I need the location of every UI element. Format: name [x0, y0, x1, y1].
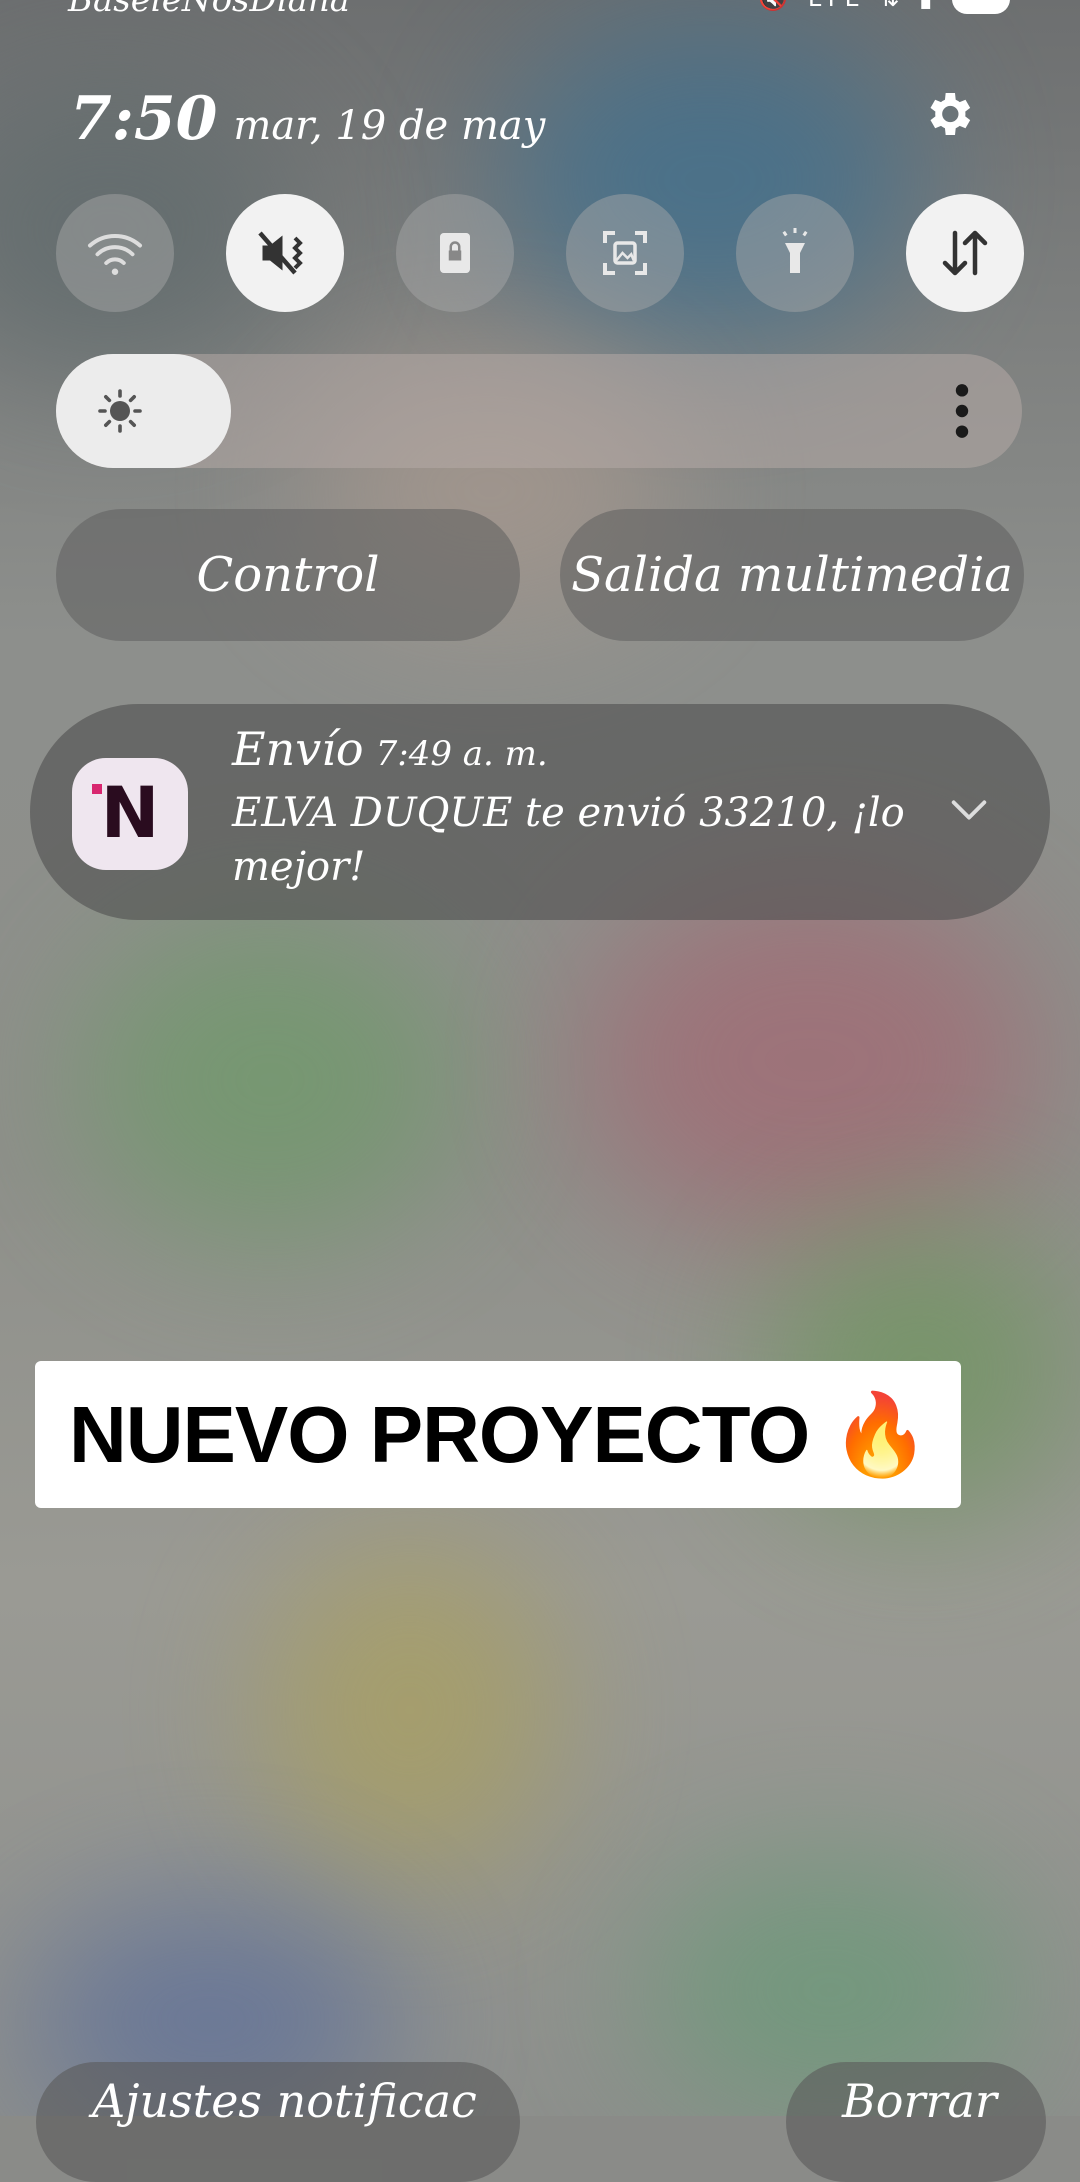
- app-icon: N: [72, 758, 188, 870]
- wifi-icon: [88, 234, 142, 275]
- app-icon-letter: N: [100, 772, 160, 854]
- chevron-down-icon[interactable]: [946, 790, 992, 830]
- quick-settings-row: [56, 194, 1024, 312]
- lock-icon: [440, 233, 470, 273]
- carrier-name: BaseleNosDiana: [68, 0, 351, 20]
- control-button[interactable]: Control: [56, 509, 520, 641]
- status-icons: 🔇 LTE ⇅ ▮: [758, 0, 1010, 14]
- flashlight-icon: [782, 228, 808, 273]
- notification-body: ELVA DUQUE te envió 33210, ¡lo mejor!: [232, 790, 905, 890]
- signal-icon: ▮: [919, 0, 938, 12]
- media-output-button[interactable]: Salida multimedia: [560, 509, 1024, 641]
- caption-text: NUEVO PROYECTO 🔥: [69, 1389, 930, 1479]
- notification-header: Envío 7:49 a. m.: [232, 722, 548, 776]
- status-bar: BaseleNosDiana 🔇 LTE ⇅ ▮: [0, 0, 1080, 22]
- mute-icon: 🔇: [758, 0, 794, 12]
- qs-tile-screenshot[interactable]: [566, 194, 684, 312]
- qs-tile-wifi[interactable]: [56, 194, 174, 312]
- date-label: mar, 19 de may: [233, 103, 546, 149]
- mute-vibrate-icon: [258, 231, 303, 275]
- qs-tile-mobile-data[interactable]: [906, 194, 1024, 312]
- qs-tile-sound[interactable]: [226, 194, 344, 312]
- caption-overlay: NUEVO PROYECTO 🔥: [35, 1361, 961, 1508]
- screenshot-icon: [603, 231, 647, 275]
- lte-icon: LTE: [808, 0, 866, 12]
- gear-icon[interactable]: [920, 86, 976, 142]
- notification-app-name: Envío: [232, 722, 364, 776]
- notification-settings-label: Ajustes notificac: [92, 2074, 477, 2128]
- data-arrows-icon: ⇅: [879, 0, 905, 12]
- wallpaper-background: [0, 0, 1080, 2116]
- panel-header: 7:50 mar, 19 de may: [70, 84, 545, 154]
- qs-tile-screen-lock[interactable]: [396, 194, 514, 312]
- notification-settings-button[interactable]: Ajustes notificac: [36, 2062, 520, 2182]
- battery-icon: [952, 0, 1010, 14]
- sun-icon: [98, 389, 142, 433]
- clock: 7:50: [70, 84, 218, 154]
- clear-label: Borrar: [842, 2074, 997, 2128]
- notification-time: 7:49 a. m.: [375, 734, 548, 774]
- clear-button[interactable]: Borrar: [786, 2062, 1046, 2182]
- brightness-slider[interactable]: [56, 354, 1022, 468]
- qs-tile-flashlight[interactable]: [736, 194, 854, 312]
- more-vertical-icon[interactable]: [944, 380, 980, 442]
- data-arrows-icon: [942, 230, 988, 276]
